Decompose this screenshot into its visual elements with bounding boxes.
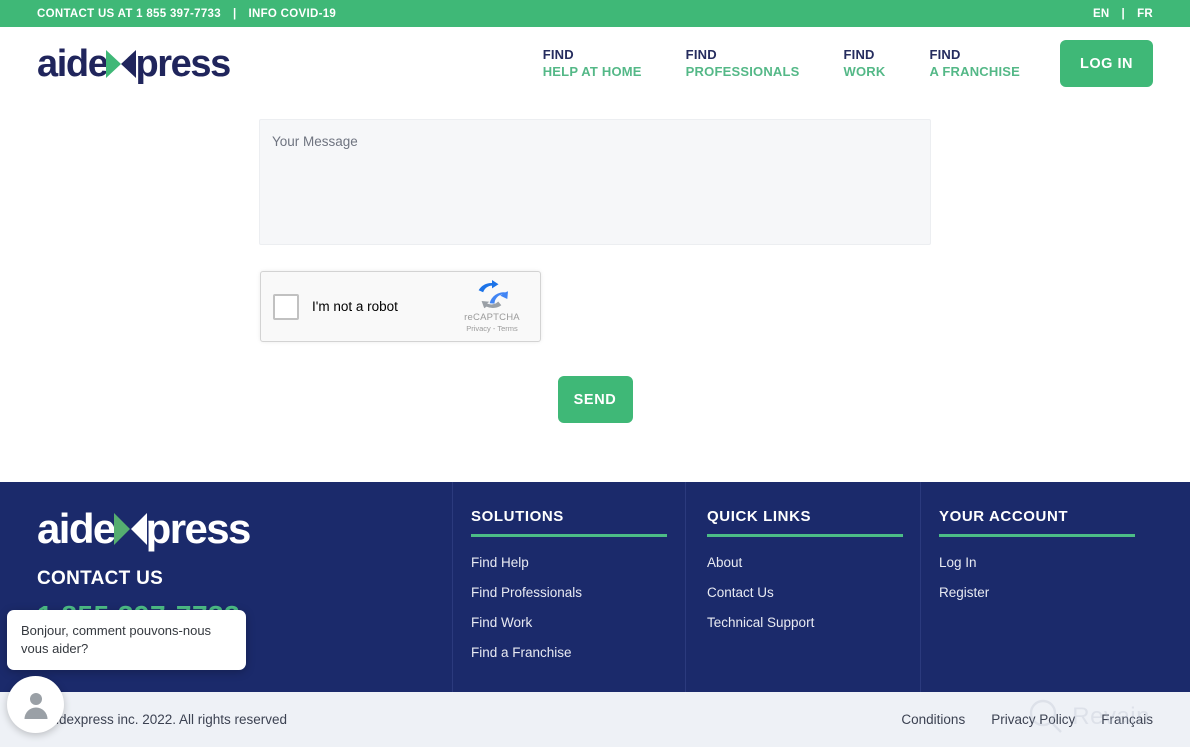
nav-item-line1: FIND xyxy=(843,46,875,62)
recaptcha-link-dot: - xyxy=(492,324,496,333)
footer-heading-solutions: SOLUTIONS xyxy=(471,508,564,525)
contact-form: I'm not a robot reCAPTCHA Privacy - Term… xyxy=(259,100,931,423)
recaptcha-label: I'm not a robot xyxy=(312,299,398,314)
nav-item-line1: FIND xyxy=(542,46,574,62)
privacy-policy-link[interactable]: Privacy Policy xyxy=(991,712,1075,727)
chat-greeting-bubble: Bonjour, comment pouvons-nous vous aider… xyxy=(7,610,246,670)
footer-rule xyxy=(471,534,667,537)
recaptcha-logo-icon xyxy=(456,280,528,310)
nav-item-line2: A FRANCHISE xyxy=(929,63,1021,79)
footer-heading-your-account: YOUR ACCOUNT xyxy=(939,508,1069,525)
footer-link-technical-support[interactable]: Technical Support xyxy=(707,615,920,630)
footer-rule xyxy=(707,534,903,537)
francais-link[interactable]: Français xyxy=(1101,712,1153,727)
nav-item-line1: FIND xyxy=(929,46,961,62)
main-content: I'm not a robot reCAPTCHA Privacy - Term… xyxy=(0,100,1190,482)
recaptcha-brand-name: reCAPTCHA xyxy=(464,312,520,323)
logo-text-part2: press xyxy=(135,42,231,85)
nav-item-line2: PROFESSIONALS xyxy=(685,63,800,79)
recaptcha-branding: reCAPTCHA Privacy - Terms xyxy=(456,280,528,333)
footer-link-find-work[interactable]: Find Work xyxy=(471,615,685,630)
bottom-bar-links: Conditions Privacy Policy Français xyxy=(901,712,1153,727)
message-textarea[interactable] xyxy=(259,119,931,245)
main-navigation: FIND HELP AT HOME FIND PROFESSIONALS FIN… xyxy=(521,40,1153,87)
send-button[interactable]: SEND xyxy=(557,376,633,423)
nav-item-help-at-home[interactable]: FIND HELP AT HOME xyxy=(521,47,664,81)
footer-link-find-help[interactable]: Find Help xyxy=(471,555,685,570)
logo-x-icon xyxy=(106,48,137,80)
nav-item-professionals[interactable]: FIND PROFESSIONALS xyxy=(664,47,822,81)
language-separator: | xyxy=(1121,7,1126,20)
footer-link-register[interactable]: Register xyxy=(939,585,1190,600)
utility-bar: CONTACT US AT 1 855 397-7733 | INFO COVI… xyxy=(0,0,1190,27)
footer-logo-part1: aide xyxy=(37,505,116,552)
nav-item-franchise[interactable]: FIND A FRANCHISE xyxy=(907,47,1042,81)
recaptcha-legal-links: Privacy - Terms xyxy=(456,324,528,333)
logo-text-part1: aide xyxy=(37,42,109,85)
footer-link-about[interactable]: About xyxy=(707,555,920,570)
footer-contact-heading: CONTACT US xyxy=(37,568,164,589)
site-logo[interactable]: aide press xyxy=(37,42,231,85)
footer-column-solutions: SOLUTIONS Find Help Find Professionals F… xyxy=(452,482,685,692)
nav-item-work[interactable]: FIND WORK xyxy=(822,47,908,81)
footer-column-your-account: YOUR ACCOUNT Log In Register xyxy=(920,482,1190,692)
footer-logo: aide press xyxy=(37,508,452,550)
recaptcha-terms-link[interactable]: Terms xyxy=(497,324,517,333)
contact-phone-link[interactable]: CONTACT US AT 1 855 397-7733 xyxy=(37,8,221,20)
chat-launcher-button[interactable] xyxy=(7,676,64,733)
footer-logo-x-icon xyxy=(113,511,147,547)
utility-bar-left: CONTACT US AT 1 855 397-7733 | INFO COVI… xyxy=(37,8,336,20)
copyright-text: ©Aidexpress inc. 2022. All rights reserv… xyxy=(37,712,288,727)
page-root: CONTACT US AT 1 855 397-7733 | INFO COVI… xyxy=(0,0,1190,747)
footer-link-find-professionals[interactable]: Find Professionals xyxy=(471,585,685,600)
conditions-link[interactable]: Conditions xyxy=(901,712,965,727)
language-fr-link[interactable]: FR xyxy=(1137,8,1153,20)
nav-item-line2: HELP AT HOME xyxy=(542,63,642,79)
person-icon xyxy=(24,692,47,719)
language-en-link[interactable]: EN xyxy=(1093,8,1110,20)
recaptcha-widget[interactable]: I'm not a robot reCAPTCHA Privacy - Term… xyxy=(260,271,541,342)
footer-logo-part2: press xyxy=(145,505,252,552)
nav-item-line2: WORK xyxy=(843,63,886,79)
recaptcha-checkbox[interactable] xyxy=(273,293,299,320)
footer-rule xyxy=(939,534,1135,537)
utility-separator: | xyxy=(232,7,237,20)
site-header: aide press FIND HELP AT HOME FIND PROFES… xyxy=(0,27,1190,100)
nav-item-line1: FIND xyxy=(685,46,717,62)
footer-column-quick-links: QUICK LINKS About Contact Us Technical S… xyxy=(685,482,920,692)
recaptcha-privacy-link[interactable]: Privacy xyxy=(466,324,491,333)
footer-heading-quick-links: QUICK LINKS xyxy=(707,508,812,525)
footer-link-find-franchise[interactable]: Find a Franchise xyxy=(471,645,685,660)
footer-link-log-in[interactable]: Log In xyxy=(939,555,1190,570)
footer-link-contact-us[interactable]: Contact Us xyxy=(707,585,920,600)
bottom-bar: ©Aidexpress inc. 2022. All rights reserv… xyxy=(0,692,1190,747)
language-switcher: EN | FR xyxy=(1093,8,1153,20)
covid-info-link[interactable]: INFO COVID-19 xyxy=(248,8,336,20)
login-button[interactable]: LOG IN xyxy=(1060,40,1153,87)
